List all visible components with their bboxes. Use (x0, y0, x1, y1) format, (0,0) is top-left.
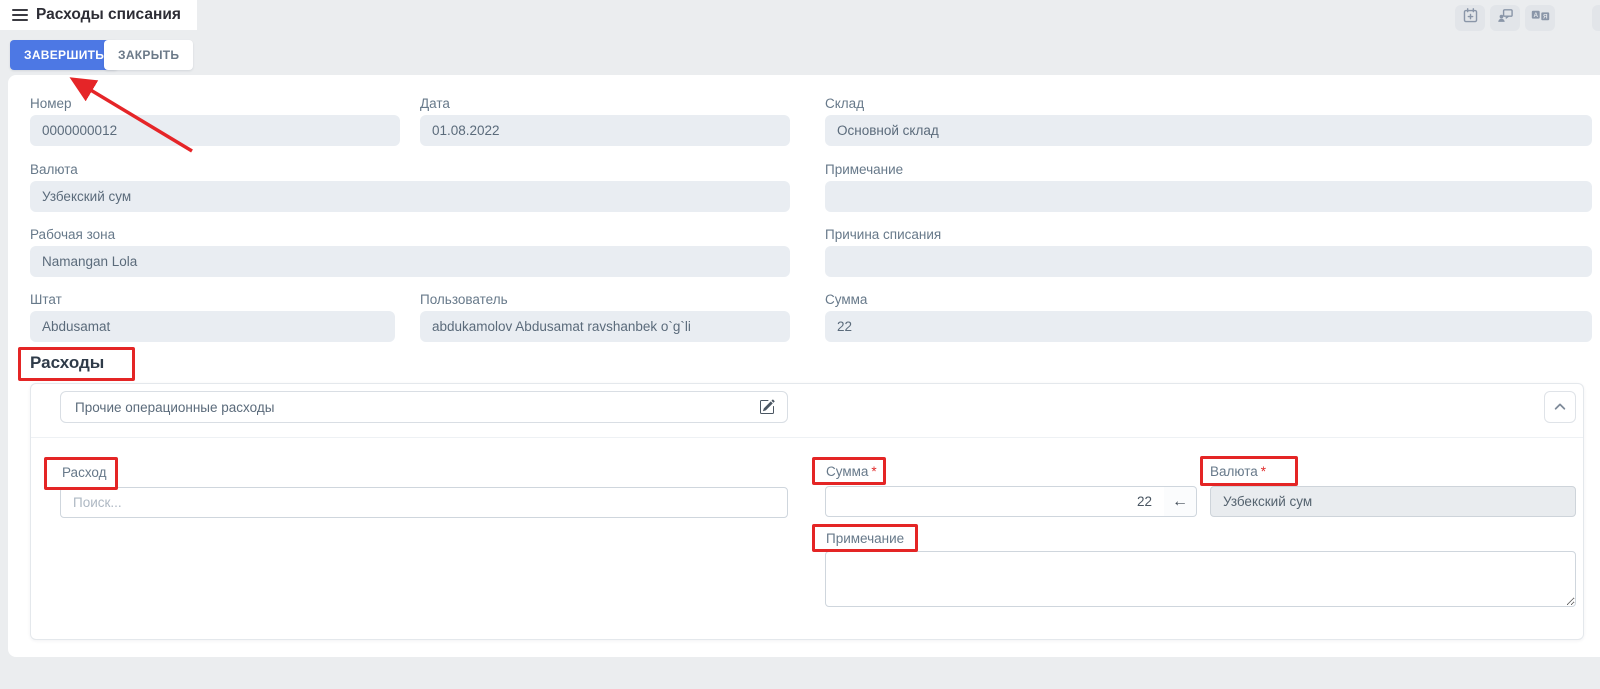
primechanie-value (825, 181, 1592, 212)
summa-label: Сумма (825, 292, 867, 307)
translate-button[interactable]: A Я (1525, 5, 1555, 31)
detail-summa-label: Сумма* (826, 464, 877, 479)
rabochaya-zona-value: Namangan Lola (30, 246, 790, 277)
valyuta-label: Валюта (30, 162, 78, 177)
nomer-value: 0000000012 (30, 115, 400, 146)
rashod-label: Расход (62, 465, 107, 480)
detail-primechanie-textarea[interactable] (825, 551, 1576, 607)
rabochaya-zona-label: Рабочая зона (30, 227, 115, 242)
sklad-label: Склад (825, 96, 864, 111)
calendar-plus-icon (1462, 7, 1479, 29)
close-button[interactable]: ЗАКРЫТЬ (104, 40, 193, 70)
data-label: Дата (420, 96, 450, 111)
summa-value: 22 (825, 311, 1592, 342)
sklad-value: Основной склад (825, 115, 1592, 146)
shtat-value: Abdusamat (30, 311, 395, 342)
required-mark: * (871, 464, 876, 479)
required-mark: * (1261, 464, 1266, 479)
polzovatel-value: abdukamolov Abdusamat ravshanbek o`g`li (420, 311, 790, 342)
nomer-label: Номер (30, 96, 72, 111)
prichina-value (825, 246, 1592, 277)
primechanie-label: Примечание (825, 162, 903, 177)
copy-sum-button[interactable]: ← (1164, 486, 1197, 517)
valyuta-value: Узбекский сум (30, 181, 790, 212)
finish-button[interactable]: ЗАВЕРШИТЬ (10, 40, 118, 70)
page-title: Расходы списания (36, 6, 181, 24)
collapse-button[interactable] (1544, 391, 1576, 423)
hamburger-menu-icon[interactable] (12, 9, 28, 21)
detail-summa-input[interactable] (825, 486, 1165, 517)
calendar-plus-button[interactable] (1455, 5, 1485, 31)
page: Расходы списания A Я (0, 0, 1600, 689)
arrow-left-icon: ← (1172, 493, 1188, 511)
expense-category-value: Прочие операционные расходы (75, 400, 759, 415)
expense-category-select[interactable]: Прочие операционные расходы (60, 391, 788, 423)
partial-icon-button[interactable] (1592, 5, 1600, 31)
svg-text:Я: Я (1542, 14, 1547, 21)
translate-icon: A Я (1531, 8, 1550, 28)
user-presentation-button[interactable] (1490, 5, 1520, 31)
rashod-search-input[interactable] (60, 487, 788, 518)
data-value: 01.08.2022 (420, 115, 790, 146)
detail-valyuta-value: Узбекский сум (1210, 486, 1576, 517)
expenses-heading: Расходы (30, 353, 104, 373)
card-divider (31, 437, 1583, 438)
page-header: Расходы списания (0, 0, 197, 30)
detail-primechanie-label: Примечание (826, 531, 904, 546)
user-presentation-icon (1496, 7, 1514, 29)
detail-valyuta-label: Валюта* (1210, 464, 1266, 479)
chevron-up-icon (1553, 400, 1567, 414)
prichina-label: Причина списания (825, 227, 941, 242)
edit-icon[interactable] (759, 399, 775, 415)
shtat-label: Штат (30, 292, 62, 307)
polzovatel-label: Пользователь (420, 292, 508, 307)
svg-text:A: A (1533, 12, 1538, 19)
